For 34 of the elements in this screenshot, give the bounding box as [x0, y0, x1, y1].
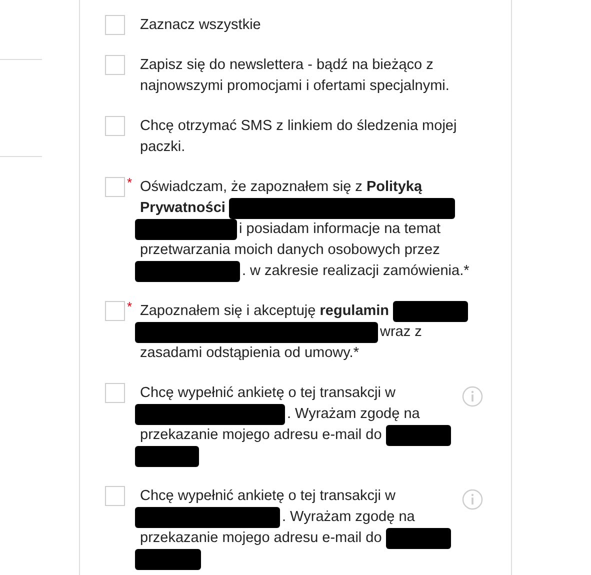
consent-text: . Wyrażam zgodę na — [287, 405, 420, 424]
checkbox[interactable] — [105, 383, 125, 403]
consent-text: przekazanie mojego adresu e-mail do — [140, 529, 382, 548]
consent-text: Chcę wypełnić ankietę o tej transakcji w — [140, 487, 396, 506]
redaction-bar — [135, 446, 199, 467]
checkbox[interactable] — [105, 486, 125, 506]
consent-text: przekazanie mojego adresu e-mail do — [140, 426, 382, 445]
required-asterisk: * — [127, 301, 132, 313]
redaction-bar — [386, 425, 451, 446]
consent-text: Chcę otrzymać SMS z linkiem do śledzenia mojej — [140, 117, 457, 136]
consent-text: Zapoznałem się i akceptuję regulamin — [140, 302, 390, 321]
required-asterisk: * — [127, 177, 132, 189]
consent-text: wraz z — [380, 323, 422, 342]
consent-text: Prywatności — [140, 199, 226, 218]
consent-text: zasadami odstąpienia od umowy.* — [140, 344, 359, 363]
consent-text: i posiadam informacje na temat — [239, 220, 440, 239]
checkbox[interactable] — [105, 55, 125, 75]
redaction-bar — [135, 549, 201, 570]
consent-text: . w zakresie realizacji zamówienia.* — [242, 262, 470, 281]
consent-text: najnowszymi promocjami i ofertami specjalnymi. — [140, 77, 450, 96]
checkbox[interactable] — [105, 301, 125, 321]
redaction-bar — [386, 528, 451, 549]
consent-text: Zapisz się do newslettera - bądź na bieżąco z — [140, 56, 434, 75]
consent-text: przetwarzania moich danych osobowych przez — [140, 241, 440, 260]
checkbox[interactable] — [105, 177, 125, 197]
info-icon[interactable] — [462, 489, 483, 510]
consent-text: . Wyrażam zgodę na — [282, 508, 415, 527]
consent-text: Chcę wypełnić ankietę o tej transakcji w — [140, 384, 396, 403]
consent-text: Oświadczam, że zapoznałem się z Polityką — [140, 178, 422, 197]
info-icon[interactable] — [462, 386, 483, 407]
checkbox[interactable] — [105, 15, 125, 35]
consent-text: Zaznacz wszystkie — [140, 16, 261, 35]
checkbox[interactable] — [105, 116, 125, 136]
consent-text: paczki. — [140, 138, 186, 157]
